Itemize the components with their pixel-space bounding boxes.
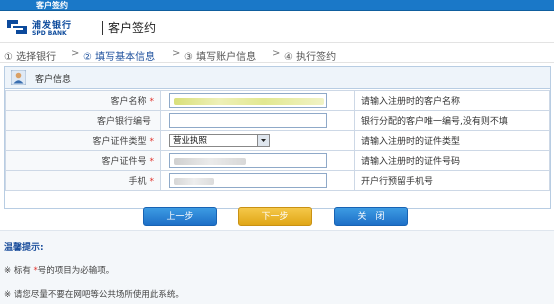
- tip-public-place-warning: ※ 请您尽量不要在网吧等公共场所使用此系统。: [4, 290, 184, 300]
- next-step-button[interactable]: 下一步: [238, 207, 312, 226]
- id-number-hint: 请输入注册时的证件号码: [354, 150, 550, 171]
- mobile-label: 手机: [128, 177, 147, 187]
- panel-header: 客户信息: [5, 67, 550, 89]
- bank-customer-id-hint: 银行分配的客户唯一编号,没有则不填: [354, 110, 550, 131]
- mobile-hint: 开户行预留手机号: [354, 170, 550, 191]
- tip-required-fields: ※ 标有 *号的项目为必输项。: [4, 266, 115, 276]
- close-button[interactable]: 关 闭: [334, 207, 408, 226]
- step-indicator: ① 选择银行 > ② 填写基本信息 > ③ 填写账户信息 > ④ 执行签约: [0, 47, 554, 63]
- bank-name-en: SPD BANK: [32, 30, 67, 37]
- step-account-info: ③ 填写账户信息: [184, 52, 257, 63]
- window-titlebar: 客户签约: [0, 0, 554, 11]
- form-row-mobile: 手机 * 开户行预留手机号: [5, 170, 550, 191]
- window-title: 客户签约: [36, 1, 68, 10]
- prev-step-button[interactable]: 上一步: [143, 207, 217, 226]
- spdb-logo-icon: [7, 20, 27, 34]
- bank-customer-id-label: 客户银行编号: [96, 117, 151, 127]
- panel-title: 客户信息: [35, 75, 72, 85]
- customer-name-label: 客户名称: [110, 97, 147, 107]
- id-type-select[interactable]: 营业执照: [169, 134, 270, 147]
- page-header: 浦发银行 SPD BANK 客户签约: [0, 11, 554, 43]
- step-select-bank: ① 选择银行: [4, 52, 57, 63]
- id-type-label: 客户证件类型: [92, 137, 147, 147]
- required-mark: *: [149, 137, 155, 147]
- id-number-input[interactable]: [169, 153, 327, 168]
- required-mark: *: [149, 157, 155, 167]
- step-arrow-icon: >: [71, 48, 80, 59]
- step-basic-info: ② 填写基本信息: [83, 52, 156, 63]
- redacted-value: [174, 158, 246, 165]
- step-execute-sign: ④ 执行签约: [284, 52, 337, 63]
- form-row-id-type: 客户证件类型 * 营业执照 请输入注册时的证件类型: [5, 130, 550, 151]
- mobile-input[interactable]: [169, 173, 327, 188]
- step-arrow-icon: >: [272, 48, 281, 59]
- customer-info-form: 客户名称 * 请输入注册时的客户名称 客户银行编号 银行分配的客户唯一编号,没有则…: [5, 90, 550, 191]
- page-title: 客户签约: [108, 21, 157, 35]
- chevron-down-icon[interactable]: [257, 135, 269, 146]
- customer-name-hint: 请输入注册时的客户名称: [354, 90, 550, 111]
- bank-customer-id-input[interactable]: [169, 113, 327, 128]
- redacted-value: [174, 178, 214, 185]
- header-divider: [102, 21, 103, 35]
- form-row-bank-customer-id: 客户银行编号 银行分配的客户唯一编号,没有则不填: [5, 110, 550, 131]
- id-type-hint: 请输入注册时的证件类型: [354, 130, 550, 151]
- step-arrow-icon: >: [172, 48, 181, 59]
- required-mark: *: [149, 177, 155, 187]
- user-icon: [11, 70, 26, 85]
- tips-section: 温馨提示: ※ 标有 *号的项目为必输项。 ※ 请您尽量不要在网吧等公共场所使用…: [0, 230, 554, 304]
- redacted-value: [174, 98, 324, 105]
- tips-title: 温馨提示:: [4, 243, 44, 253]
- id-type-selected-value: 营业执照: [173, 136, 208, 146]
- customer-name-input[interactable]: [169, 93, 327, 108]
- id-number-label: 客户证件号: [101, 157, 147, 167]
- customer-info-panel: 客户信息 客户名称 * 请输入注册时的客户名称 客户银行编号 银行分配的客户唯一编…: [4, 66, 551, 209]
- form-row-customer-name: 客户名称 * 请输入注册时的客户名称: [5, 90, 550, 111]
- form-row-id-number: 客户证件号 * 请输入注册时的证件号码: [5, 150, 550, 171]
- required-mark: *: [149, 97, 155, 107]
